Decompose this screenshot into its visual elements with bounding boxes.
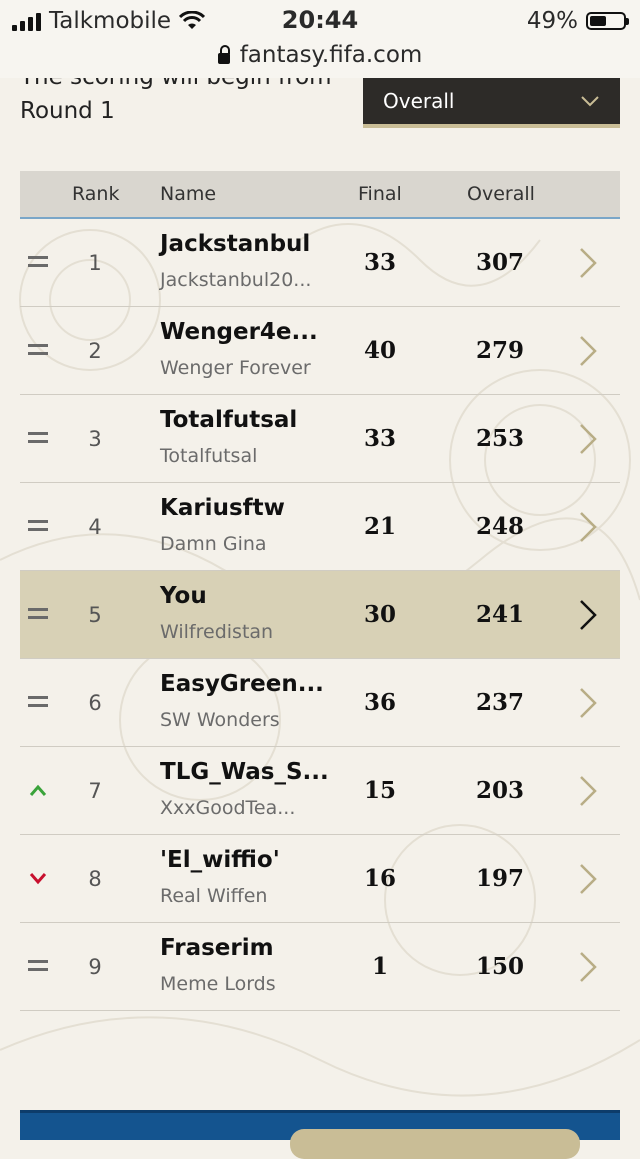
- lock-icon: [217, 44, 230, 64]
- chevron-down-icon: [581, 96, 599, 107]
- header-rank: Rank: [72, 183, 120, 205]
- row-user-name: Meme Lords: [160, 973, 276, 995]
- battery-icon: [586, 12, 629, 30]
- rank-unchanged-icon: [28, 958, 48, 974]
- row-overall-points: 307: [475, 249, 524, 276]
- table-row[interactable]: 2 Wenger4e... Wenger Forever 40 279: [20, 307, 620, 395]
- row-user-name: Wilfredistan: [160, 621, 274, 643]
- row-team-name[interactable]: Kariusftw: [160, 495, 285, 521]
- row-rank: 4: [88, 515, 102, 539]
- row-rank: 8: [88, 867, 102, 891]
- row-rank: 5: [88, 603, 102, 627]
- chevron-right-icon[interactable]: [578, 775, 598, 807]
- row-overall-points: 241: [475, 601, 524, 628]
- ranking-type-dropdown[interactable]: Overall: [363, 78, 620, 128]
- row-rank: 7: [88, 779, 102, 803]
- header-name: Name: [160, 183, 217, 205]
- rank-unchanged-icon: [28, 606, 48, 622]
- chevron-right-icon[interactable]: [578, 599, 598, 631]
- table-row[interactable]: 7 TLG_Was_S... XxxGoodTea... 15 203: [20, 747, 620, 835]
- chevron-right-icon[interactable]: [578, 687, 598, 719]
- table-row[interactable]: 3 Totalfutsal Totalfutsal 33 253: [20, 395, 620, 483]
- dropdown-selected-value: Overall: [383, 89, 455, 113]
- rank-down-icon: [29, 873, 47, 885]
- table-row[interactable]: 5 You Wilfredistan 30 241: [20, 571, 620, 659]
- row-rank: 9: [88, 955, 102, 979]
- row-overall-points: 203: [475, 777, 524, 804]
- url-text: fantasy.fifa.com: [239, 42, 423, 68]
- row-user-name: Wenger Forever: [160, 357, 311, 379]
- row-final-points: 15: [363, 777, 396, 804]
- row-overall-points: 150: [475, 953, 524, 980]
- row-overall-points: 237: [475, 689, 524, 716]
- scoring-line-2: Round 1: [20, 98, 115, 124]
- table-row[interactable]: 6 EasyGreen... SW Wonders 36 237: [20, 659, 620, 747]
- row-team-name[interactable]: Totalfutsal: [160, 407, 297, 433]
- table-header: Rank Name Final Overall: [20, 171, 620, 219]
- header-overall: Overall: [467, 183, 535, 205]
- row-user-name: Real Wiffen: [160, 885, 268, 907]
- row-team-name[interactable]: You: [160, 583, 207, 609]
- row-final-points: 30: [363, 601, 396, 628]
- leaderboard-table: Rank Name Final Overall 1 Jackstanbul Jack…: [20, 171, 620, 1011]
- rank-unchanged-icon: [28, 518, 48, 534]
- row-overall-points: 253: [475, 425, 524, 452]
- row-rank: 2: [88, 339, 102, 363]
- row-final-points: 16: [363, 865, 396, 892]
- chevron-right-icon[interactable]: [578, 511, 598, 543]
- row-final-points: 33: [363, 425, 396, 452]
- row-user-name: Totalfutsal: [160, 445, 258, 467]
- row-team-name[interactable]: Fraserim: [160, 935, 274, 961]
- rank-up-icon: [29, 784, 47, 796]
- row-rank: 6: [88, 691, 102, 715]
- table-row[interactable]: 1 Jackstanbul Jackstanbul20... 33 307: [20, 219, 620, 307]
- header-final: Final: [358, 183, 402, 205]
- table-body: 1 Jackstanbul Jackstanbul20... 33 307 2 Wenger…: [20, 219, 620, 1011]
- row-final-points: 36: [363, 689, 396, 716]
- row-team-name[interactable]: 'El_wiffio': [160, 847, 280, 873]
- row-final-points: 33: [363, 249, 396, 276]
- row-overall-points: 197: [475, 865, 524, 892]
- row-overall-points: 279: [475, 337, 524, 364]
- chevron-right-icon[interactable]: [578, 863, 598, 895]
- row-user-name: SW Wonders: [160, 709, 280, 731]
- row-team-name[interactable]: Wenger4e...: [160, 319, 318, 345]
- rank-unchanged-icon: [28, 254, 48, 270]
- row-team-name[interactable]: TLG_Was_S...: [160, 759, 329, 785]
- table-row[interactable]: 8 'El_wiffio' Real Wiffen 16 197: [20, 835, 620, 923]
- row-user-name: XxxGoodTea...: [160, 797, 296, 819]
- battery-percent: 49%: [526, 8, 578, 34]
- banner-button[interactable]: [290, 1129, 580, 1159]
- chevron-right-icon[interactable]: [578, 335, 598, 367]
- chevron-right-icon[interactable]: [578, 951, 598, 983]
- row-rank: 1: [88, 251, 102, 275]
- row-rank: 3: [88, 427, 102, 451]
- row-final-points: 40: [363, 337, 396, 364]
- row-final-points: 21: [363, 513, 396, 540]
- row-team-name[interactable]: Jackstanbul: [160, 231, 310, 257]
- rank-unchanged-icon: [28, 694, 48, 710]
- row-user-name: Damn Gina: [160, 533, 267, 555]
- row-team-name[interactable]: EasyGreen...: [160, 671, 324, 697]
- table-row[interactable]: 4 Kariusftw Damn Gina 21 248: [20, 483, 620, 571]
- status-bar: Talkmobile 20:44 49% fantasy.fifa.com: [0, 0, 640, 78]
- rank-unchanged-icon: [28, 342, 48, 358]
- row-user-name: Jackstanbul20...: [160, 269, 312, 291]
- chevron-right-icon[interactable]: [578, 423, 598, 455]
- rank-unchanged-icon: [28, 430, 48, 446]
- battery-info: 49%: [526, 8, 629, 34]
- row-overall-points: 248: [475, 513, 524, 540]
- address-bar[interactable]: fantasy.fifa.com: [0, 42, 640, 68]
- chevron-right-icon[interactable]: [578, 247, 598, 279]
- row-final-points: 1: [371, 953, 388, 980]
- table-row[interactable]: 9 Fraserim Meme Lords 1 150: [20, 923, 620, 1011]
